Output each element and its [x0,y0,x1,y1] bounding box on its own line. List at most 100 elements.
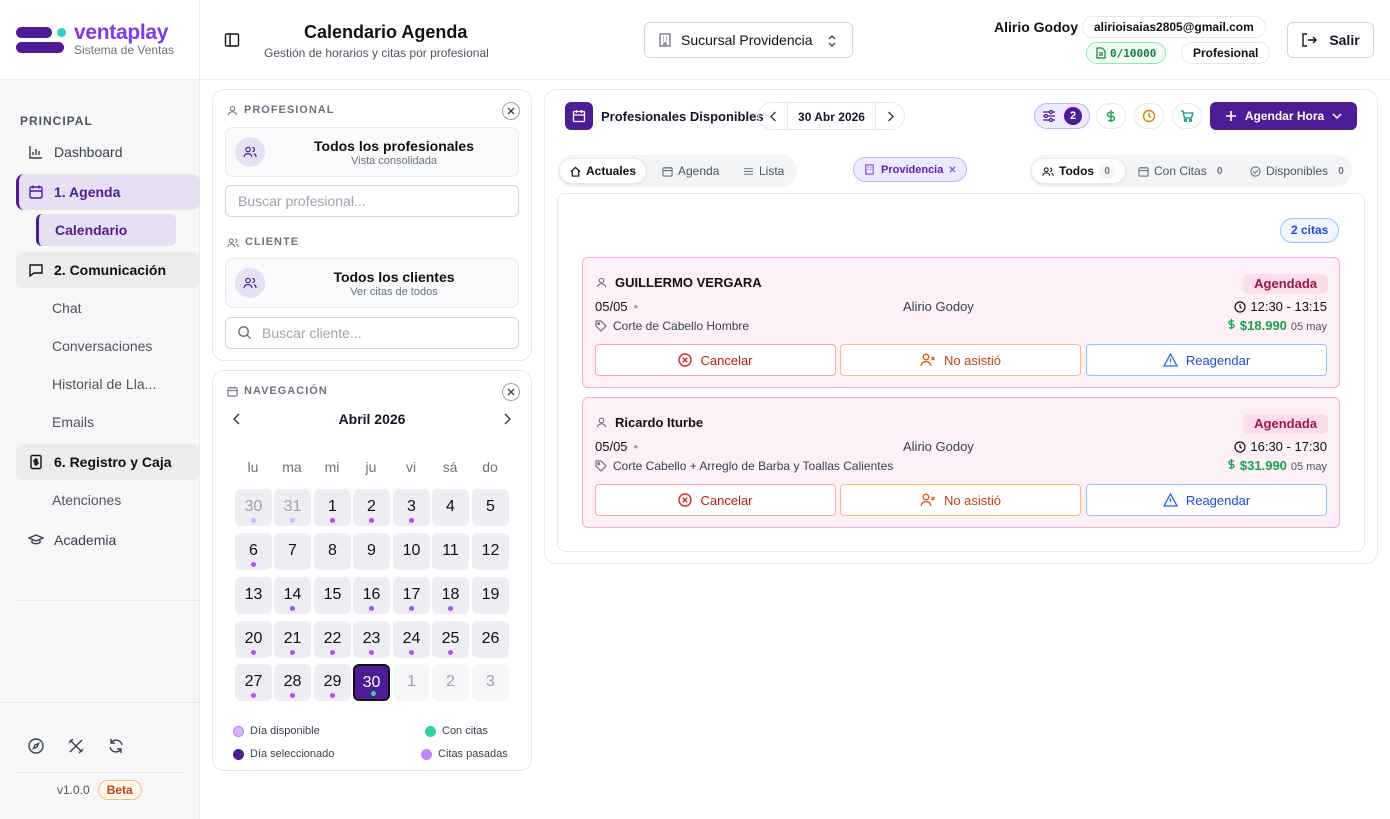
sidebar-item-conversaciones[interactable]: Conversaciones [36,330,199,362]
status-tab-disponibles[interactable]: Disponibles 0 [1240,158,1359,184]
clear-professional-button[interactable] [502,102,520,120]
prev-day-button[interactable] [759,103,788,129]
professional-section-label: PROFESIONAL [227,104,334,116]
current-date[interactable]: 30 Abr 2026 [788,110,875,124]
calendar-day[interactable]: 29 [314,664,351,701]
calendar-day[interactable]: 17 [393,577,430,614]
calendar-day[interactable]: 5 [472,489,509,526]
appointment-count-badge: 2 citas [1280,218,1340,243]
sidebar-item-calendario[interactable]: Calendario [36,214,176,246]
brand[interactable]: ventaplay Sistema de Ventas [0,0,199,80]
calendar-day[interactable]: 27 [235,664,272,701]
user-icon [596,277,607,288]
calendar-day[interactable]: 6 [235,533,272,570]
tab-agenda[interactable]: Agenda [652,158,729,184]
calendar-day[interactable]: 25 [432,621,469,658]
close-navigation-button[interactable] [502,383,520,401]
status-tab-todos[interactable]: Todos 0 [1031,158,1127,184]
sidebar-item-comunicacion[interactable]: 2. Comunicación [16,252,200,288]
dollar-icon [1106,110,1116,122]
calendar-day[interactable]: 24 [393,621,430,658]
calendar-day[interactable]: 12 [472,533,509,570]
appointment-dot [409,518,414,523]
reschedule-button[interactable]: Reagendar [1086,484,1327,516]
pricing-button[interactable] [1096,103,1126,129]
status-tab-con-citas[interactable]: Con Citas 0 [1128,158,1238,184]
sidebar-item-historial[interactable]: Historial de Lla... [36,368,199,400]
calendar-day[interactable]: 30 [235,489,272,526]
branch-selector[interactable]: Sucursal Providencia [644,22,853,58]
calendar-day-number: 23 [362,630,381,647]
calendar-day[interactable]: 20 [235,621,272,658]
next-month-button[interactable] [503,413,511,425]
calendar-day-number: 4 [446,498,455,515]
legend-with-appointments: Con citas [425,725,488,737]
cancel-button[interactable]: Cancelar [595,484,836,516]
client-search-input[interactable] [225,317,519,349]
calendar-day[interactable]: 19 [472,577,509,614]
sidebar-item-label: Dashboard [54,144,123,160]
calendar-day[interactable]: 9 [353,533,390,570]
next-day-button[interactable] [875,103,904,129]
tools-icon[interactable] [67,737,85,755]
branch-filter-chip[interactable]: Providencia [853,157,968,182]
graduation-cap-icon [28,534,44,545]
calendar-day[interactable]: 7 [274,533,311,570]
no-show-button[interactable]: No asistió [840,344,1081,376]
date-navigator: 30 Abr 2026 [758,102,905,130]
calendar-day[interactable]: 1 [314,489,351,526]
calendar-day[interactable]: 28 [274,664,311,701]
sidebar-toggle-button[interactable] [224,32,240,48]
calendar-day[interactable]: 3 [393,489,430,526]
chevron-down-icon [1332,112,1342,119]
calendar-day[interactable]: 4 [432,489,469,526]
sidebar-item-agenda[interactable]: 1. Agenda [16,174,200,210]
time-button[interactable] [1134,103,1164,129]
calendar-day[interactable]: 11 [432,533,469,570]
close-icon[interactable] [949,166,956,173]
sidebar-item-dashboard[interactable]: Dashboard [16,134,200,170]
appointment-card[interactable]: Ricardo Iturbe Agendada 05/05 • Alirio Godoy… [582,397,1340,528]
calendar-day[interactable]: 2 [353,489,390,526]
calendar-day[interactable]: 21 [274,621,311,658]
professional-name: Alirio Godoy [903,439,974,454]
calendar-day[interactable]: 10 [393,533,430,570]
tab-lista[interactable]: Lista [733,158,794,184]
sidebar-item-emails[interactable]: Emails [36,406,199,438]
cart-button[interactable] [1172,103,1202,129]
calendar-day[interactable]: 23 [353,621,390,658]
filters-button[interactable]: 2 [1034,103,1090,129]
schedule-appointment-button[interactable]: Agendar Hora [1210,102,1357,130]
no-show-button[interactable]: No asistió [840,484,1081,516]
calendar-day[interactable]: 31 [274,489,311,526]
cancel-button[interactable]: Cancelar [595,344,836,376]
sidebar-item-registro-caja[interactable]: 6. Registro y Caja [16,444,200,480]
tab-actuales[interactable]: Actuales [559,158,648,184]
calendar-day[interactable]: 26 [472,621,509,658]
calendar-day[interactable]: 22 [314,621,351,658]
calendar-day[interactable]: 18 [432,577,469,614]
sidebar-item-atenciones[interactable]: Atenciones [36,484,199,516]
client-all-option[interactable]: Todos los clientes Ver citas de todos [225,258,519,308]
sidebar-item-academia[interactable]: Academia [16,522,200,558]
sidebar-item-chat[interactable]: Chat [36,292,199,324]
sidebar-item-label: 1. Agenda [54,184,121,200]
appointment-card[interactable]: GUILLERMO VERGARA Agendada 05/05 • Alirio Go… [582,257,1340,388]
calendar-day-number: 8 [328,542,337,559]
calendar-day-number: 25 [441,630,460,647]
cart-icon [1181,110,1194,123]
calendar-day[interactable]: 13 [235,577,272,614]
logout-button[interactable]: Salir [1287,22,1374,58]
compass-icon[interactable] [27,737,45,755]
calendar-day[interactable]: 14 [274,577,311,614]
reschedule-button[interactable]: Reagendar [1086,344,1327,376]
calendar-day[interactable]: 8 [314,533,351,570]
professional-all-option[interactable]: Todos los profesionales Vista consolidad… [225,127,519,177]
calendar-day[interactable]: 16 [353,577,390,614]
calendar-day-selected[interactable]: 30 [353,664,390,701]
beta-badge: Beta [97,780,142,800]
professional-search-input[interactable] [225,185,519,217]
main-calendar-badge [565,102,593,130]
calendar-day[interactable]: 15 [314,577,351,614]
refresh-icon[interactable] [107,737,125,755]
